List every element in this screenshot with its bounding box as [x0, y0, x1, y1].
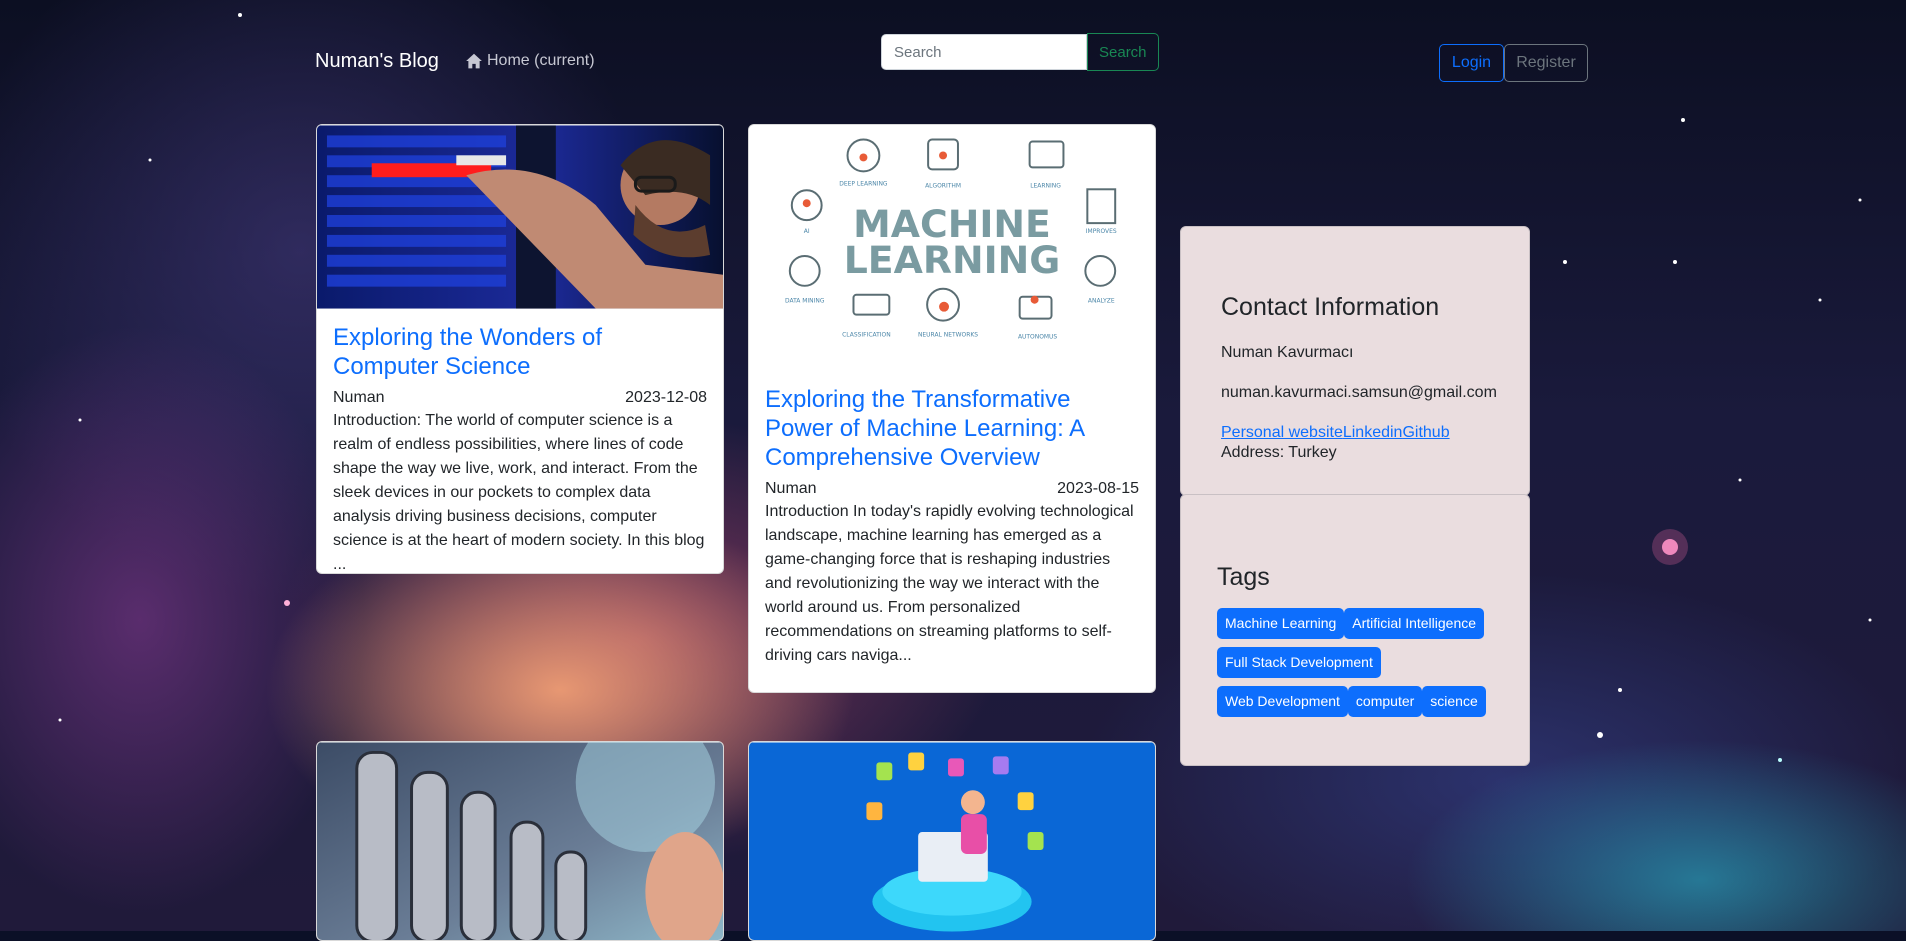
ml-label: AI: [804, 228, 810, 235]
nav-home-label: Home (current): [487, 52, 595, 69]
tags-panel: Tags Machine Learning Artificial Intelli…: [1180, 494, 1530, 766]
post-excerpt: Introduction In today's rapidly evolving…: [765, 503, 1134, 664]
ml-label: ANALYZE: [1088, 298, 1115, 305]
post-author: Numan: [333, 389, 385, 406]
login-button[interactable]: Login: [1439, 44, 1504, 82]
post-card: [316, 741, 724, 941]
contact-email: numan.kavurmaci.samsun@gmail.com: [1221, 384, 1497, 401]
ml-label: DEEP LEARNING: [839, 180, 888, 187]
post-image-server-room[interactable]: [317, 125, 723, 309]
post-image-robot-hand[interactable]: [317, 742, 723, 941]
tag-row: Full Stack Development: [1217, 647, 1493, 678]
ml-label: AUTONOMUS: [1018, 334, 1057, 341]
tag-button[interactable]: computer: [1347, 686, 1423, 717]
contact-address: Address: Turkey: [1221, 444, 1337, 461]
post-card: Exploring the Wonders of Computer Scienc…: [316, 124, 724, 574]
post-excerpt: Introduction: The world of computer scie…: [333, 412, 705, 573]
post-title[interactable]: Exploring the Wonders of Computer Scienc…: [333, 323, 707, 381]
post-date: 2023-08-15: [1057, 480, 1139, 497]
post-image-developer-illustration[interactable]: [749, 742, 1155, 941]
search-button[interactable]: Search: [1087, 33, 1159, 71]
ml-label: ALGORITHM: [925, 182, 961, 189]
nav-home-link[interactable]: Home (current): [465, 52, 595, 70]
tags-heading: Tags: [1217, 563, 1270, 591]
ml-label: CLASSIFICATION: [842, 332, 891, 339]
tag-button[interactable]: Machine Learning: [1217, 608, 1345, 639]
register-button[interactable]: Register: [1504, 44, 1588, 82]
post-image-machine-learning[interactable]: MACHINE LEARNING DEEP LEARNING ALGORITHM…: [749, 125, 1155, 371]
post-card: MACHINE LEARNING DEEP LEARNING ALGORITHM…: [748, 124, 1156, 693]
github-link[interactable]: Github: [1402, 424, 1449, 441]
tag-button[interactable]: science: [1422, 686, 1486, 717]
contact-name: Numan Kavurmacı: [1221, 344, 1354, 361]
post-date: 2023-12-08: [625, 389, 707, 406]
contact-panel: Contact Information Numan Kavurmacı numa…: [1180, 226, 1530, 496]
personal-website-link[interactable]: Personal website: [1221, 424, 1343, 441]
post-meta: Numan 2023-08-15: [765, 480, 1139, 498]
contact-links: Personal websiteLinkedinGithub: [1221, 424, 1489, 442]
tag-button[interactable]: Full Stack Development: [1217, 647, 1381, 678]
contact-heading: Contact Information: [1221, 293, 1440, 321]
search-input[interactable]: [881, 34, 1087, 70]
tag-row: Machine Learning Artificial Intelligence: [1217, 608, 1493, 639]
tag-button[interactable]: Artificial Intelligence: [1344, 608, 1485, 639]
tag-row: Web Development computer science: [1217, 686, 1493, 717]
ml-label: IMPROVES: [1086, 228, 1117, 235]
home-icon: [466, 53, 482, 69]
search-form: Search: [881, 33, 1159, 71]
brand-link[interactable]: Numan's Blog: [315, 50, 439, 73]
ml-label: LEARNING: [1030, 182, 1061, 189]
ml-label: NEURAL NETWORKS: [918, 332, 978, 339]
linkedin-link[interactable]: Linkedin: [1343, 424, 1403, 441]
ml-title-line2: LEARNING: [844, 238, 1061, 282]
post-meta: Numan 2023-12-08: [333, 389, 707, 407]
post-card: [748, 741, 1156, 941]
ml-label: DATA MINING: [785, 298, 825, 305]
tag-button[interactable]: Web Development: [1217, 686, 1348, 717]
post-title[interactable]: Exploring the Transformative Power of Ma…: [765, 385, 1139, 472]
post-author: Numan: [765, 480, 817, 497]
